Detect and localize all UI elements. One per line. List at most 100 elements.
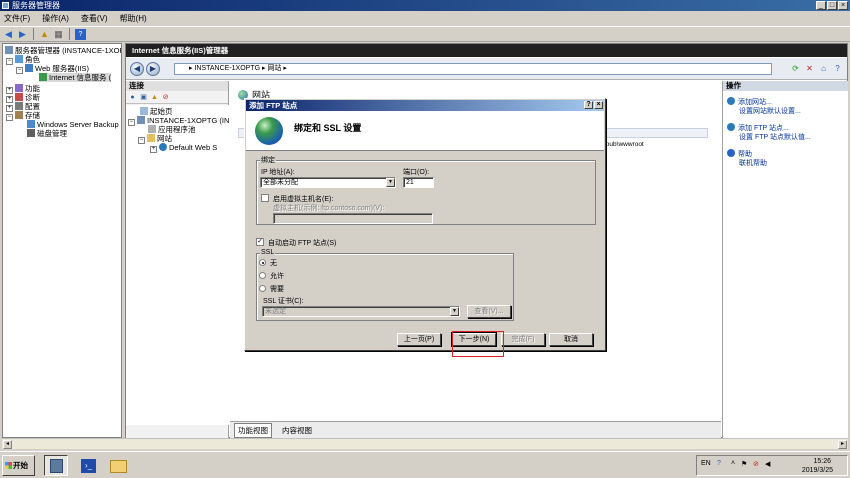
dialog-close-button[interactable]: ×: [594, 101, 603, 109]
stop-icon[interactable]: ✕: [804, 63, 815, 74]
server-manager-icon: [2, 2, 9, 9]
menu-file[interactable]: 文件(F): [4, 13, 30, 24]
close-button[interactable]: ×: [838, 1, 848, 10]
window-titlebar[interactable]: 服务器管理器 _ □ ×: [0, 0, 850, 11]
cancel-button[interactable]: 取消: [549, 333, 593, 346]
show-tree-icon[interactable]: ▦: [53, 29, 64, 40]
ssl-allow-radio[interactable]: [259, 272, 266, 279]
tree-item-iis-manager[interactable]: Internet 信息服务 (: [39, 73, 112, 82]
menu-action[interactable]: 操作(A): [42, 13, 69, 24]
tray-flag-icon[interactable]: ⚑: [741, 460, 747, 468]
features-icon: [15, 84, 23, 92]
action-add-website[interactable]: 添加网站...: [727, 97, 772, 107]
taskbar-powershell[interactable]: ›_: [76, 455, 100, 476]
collapse-icon[interactable]: −: [138, 137, 145, 144]
forward-arrow-icon[interactable]: ▶: [17, 29, 28, 40]
address-tools: ⟳ ✕ ⌂ ?: [790, 63, 843, 74]
diagnostics-icon: [15, 93, 23, 101]
tab-features-view[interactable]: 功能视图: [234, 423, 272, 438]
configuration-icon: [15, 102, 23, 110]
refresh-icon[interactable]: ⟳: [790, 63, 801, 74]
language-indicator[interactable]: EN: [701, 460, 711, 467]
chevron-down-icon: ▼: [386, 178, 395, 187]
volume-icon[interactable]: ◀: [765, 460, 770, 468]
clock-time[interactable]: 15:26: [813, 458, 831, 465]
storage-icon: [15, 111, 23, 119]
tree-item-server-manager[interactable]: 服务器管理器 (INSTANCE-1XOPT: [5, 46, 121, 55]
start-button[interactable]: 开始: [2, 455, 35, 476]
ip-address-label: IP 地址(A):: [261, 169, 295, 176]
view-cert-button[interactable]: 查看(V)...: [467, 305, 511, 318]
ip-address-select[interactable]: 全部未分配 ▼: [260, 177, 396, 188]
dialog-heading: 绑定和 SSL 设置: [294, 123, 362, 133]
chevron-down-icon: ▼: [450, 307, 459, 316]
action-online-help[interactable]: 联机帮助: [739, 159, 767, 168]
disk-icon: [27, 129, 35, 137]
taskbar-server-manager[interactable]: [44, 455, 68, 476]
add-ftp-site-dialog: 添加 FTP 站点 ? × 绑定和 SSL 设置 绑定 IP 地址(A): 全部…: [244, 98, 606, 351]
menu-help[interactable]: 帮助(H): [120, 13, 147, 24]
tab-content-view[interactable]: 内容视图: [278, 423, 316, 438]
virtual-host-input[interactable]: [273, 213, 433, 224]
back-icon[interactable]: ◀: [130, 62, 144, 76]
help-icon[interactable]: ?: [717, 460, 721, 467]
save-icon[interactable]: ▣: [139, 93, 148, 102]
enable-virtual-host-checkbox[interactable]: [261, 194, 269, 202]
conn-item-start-page[interactable]: 起始页: [140, 107, 173, 116]
action-set-ftp-defaults[interactable]: 设置 FTP 站点默认值...: [739, 133, 811, 142]
help-icon[interactable]: ?: [75, 28, 86, 40]
tree-item-disk-management[interactable]: 磁盘管理: [27, 129, 67, 138]
ssl-none-radio[interactable]: [259, 259, 266, 266]
site-path-cell: tpub\wwwroot: [604, 141, 644, 148]
conn-item-app-pools[interactable]: 应用程序池: [148, 125, 196, 134]
actions-panel: 操作 添加网站... 设置网站默认设置... 添加 FTP 站点... 设置 F…: [722, 81, 848, 439]
up-folder-icon[interactable]: ▲: [39, 29, 50, 40]
action-add-ftp-site[interactable]: 添加 FTP 站点...: [727, 123, 789, 133]
dialog-titlebar[interactable]: 添加 FTP 站点 ? ×: [246, 100, 604, 111]
tree-item-windows-server-backup[interactable]: Windows Server Backup: [27, 120, 119, 129]
roles-icon: [15, 55, 23, 63]
finish-button[interactable]: 完成(F): [501, 333, 545, 346]
dialog-title-buttons: ? ×: [584, 101, 603, 109]
port-input[interactable]: 21: [403, 177, 434, 188]
collapse-icon[interactable]: −: [16, 67, 23, 74]
windows-logo-icon: [5, 462, 12, 469]
address-path[interactable]: ▸ INSTANCE-1XOPTG ▸ 网站 ▸: [174, 63, 772, 75]
ssl-cert-label: SSL 证书(C):: [263, 298, 304, 305]
menu-view[interactable]: 查看(V): [81, 13, 108, 24]
start-page-icon: [140, 107, 148, 115]
maximize-button[interactable]: □: [827, 1, 837, 10]
dialog-help-button[interactable]: ?: [584, 101, 593, 109]
ssl-require-radio[interactable]: [259, 285, 266, 292]
home-icon[interactable]: ⌂: [818, 63, 829, 74]
conn-item-default-web-site[interactable]: + Default Web S: [150, 143, 217, 153]
collapse-icon[interactable]: −: [128, 119, 135, 126]
up-icon[interactable]: ▲: [150, 93, 159, 102]
scroll-left-icon[interactable]: ◂: [3, 440, 12, 449]
scroll-right-icon[interactable]: ▸: [838, 440, 847, 449]
help-circle-icon[interactable]: ?: [832, 63, 843, 74]
disconnect-icon[interactable]: ⊘: [161, 93, 170, 102]
action-help[interactable]: 帮助: [727, 149, 752, 159]
collapse-icon[interactable]: −: [6, 114, 13, 121]
collapse-icon[interactable]: −: [6, 58, 13, 65]
tray-expand-icon[interactable]: ˄: [731, 460, 735, 467]
horizontal-scrollbar[interactable]: ◂ ▸: [2, 438, 848, 449]
ssl-legend: SSL: [260, 249, 276, 256]
expand-icon[interactable]: +: [150, 146, 157, 153]
connect-icon[interactable]: ●: [128, 93, 137, 102]
actions-title: 操作: [723, 81, 848, 91]
action-set-website-defaults[interactable]: 设置网站默认设置...: [739, 107, 801, 116]
window-title: 服务器管理器: [12, 1, 60, 10]
back-arrow-icon[interactable]: ◀: [3, 29, 14, 40]
clock-date[interactable]: 2019/3/25: [802, 467, 833, 474]
prev-button[interactable]: 上一页(P): [397, 333, 441, 346]
forward-icon[interactable]: ▶: [146, 62, 160, 76]
taskbar-explorer[interactable]: [106, 455, 130, 476]
toolbar-separator: [33, 28, 34, 40]
minimize-button[interactable]: _: [816, 1, 826, 10]
ssl-cert-select[interactable]: 未选定 ▼: [262, 306, 460, 317]
network-alert-icon[interactable]: ⊘: [753, 460, 759, 468]
iis-header: Internet 信息服务(IIS)管理器: [126, 44, 847, 57]
auto-start-checkbox[interactable]: ✓: [256, 238, 264, 246]
